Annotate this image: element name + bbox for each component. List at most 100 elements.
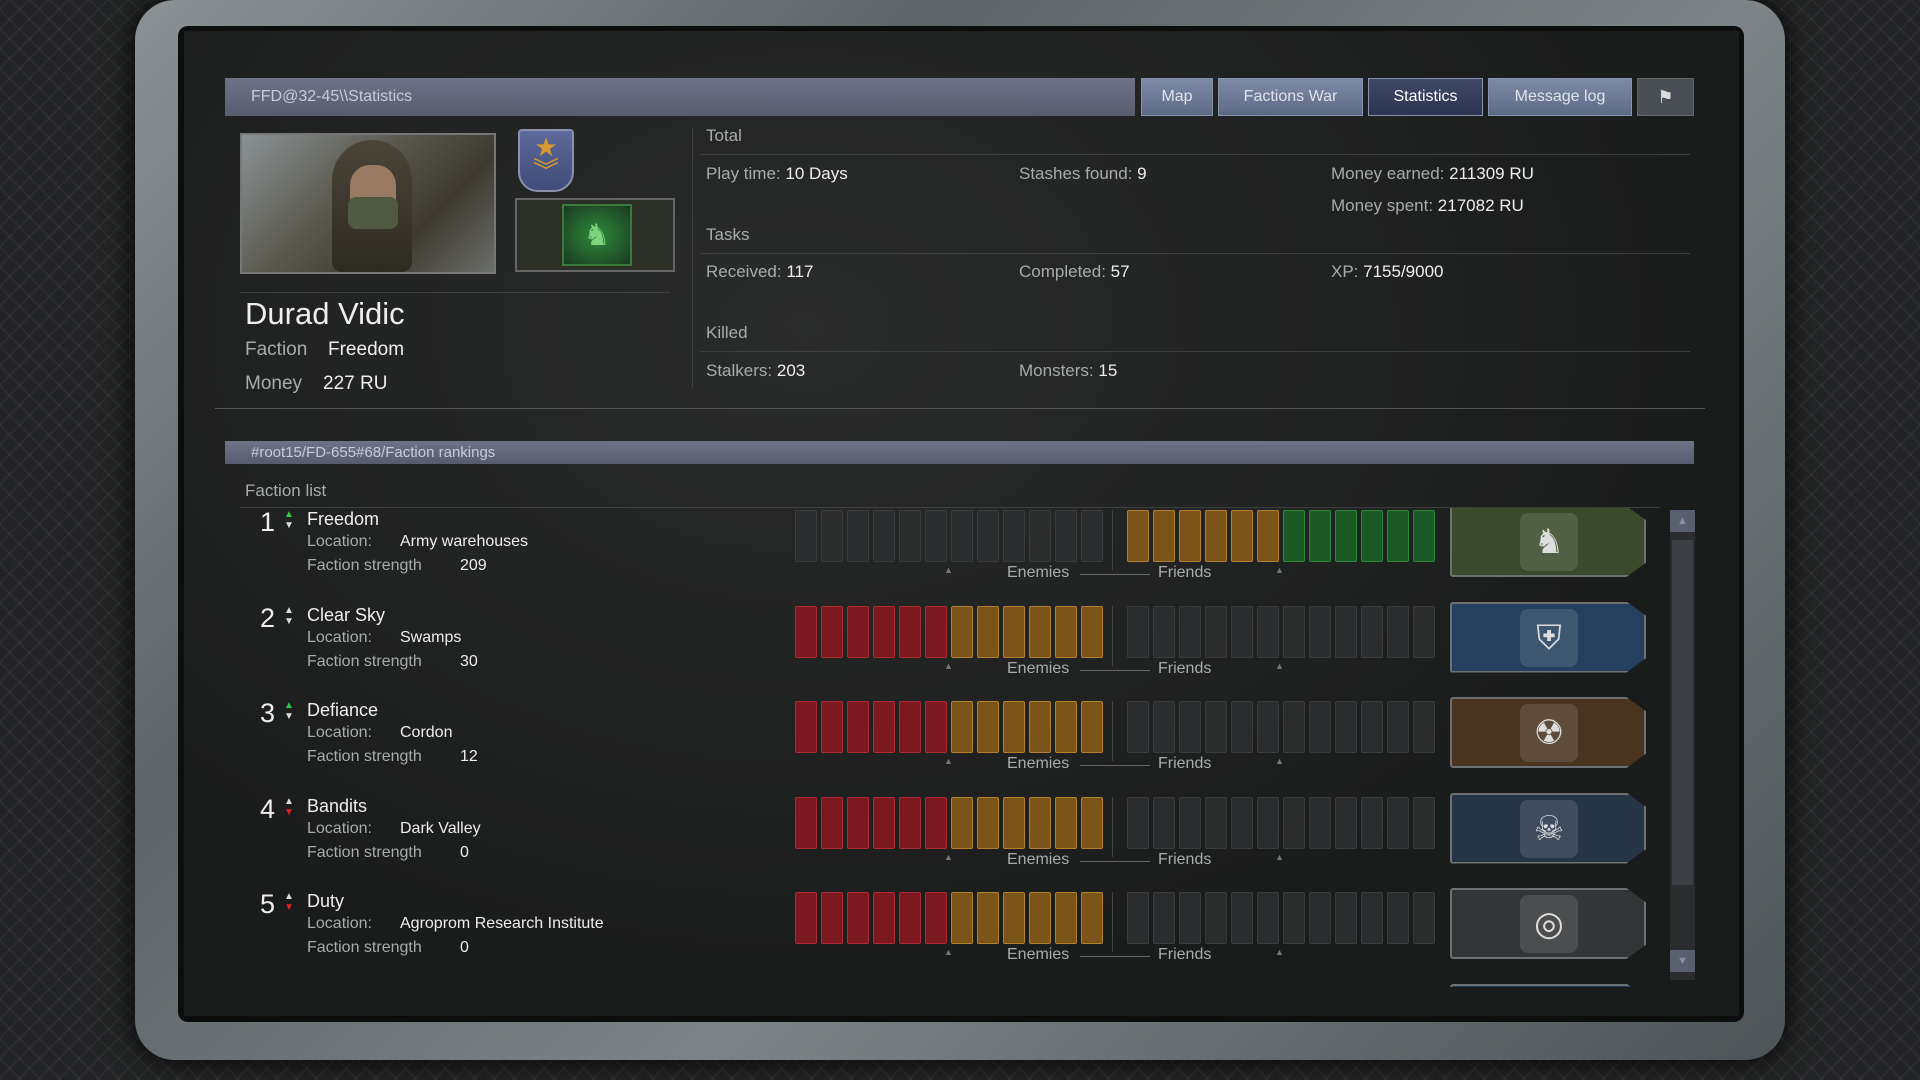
enemies-bar	[795, 892, 1103, 944]
tab-map[interactable]: Map	[1141, 78, 1213, 116]
friend-relation-cell	[1335, 796, 1357, 849]
faction-location-label: Location:	[307, 724, 372, 741]
faction-strength: 12	[460, 748, 478, 765]
friend-relation-cell	[1153, 796, 1175, 849]
enemy-relation-cell	[873, 701, 895, 753]
friend-relation-cell	[1283, 796, 1305, 849]
total-title: Total	[706, 126, 742, 145]
friend-relation-cell	[1179, 605, 1201, 658]
enemy-relation-cell	[899, 510, 921, 562]
friend-relation-cell	[1309, 892, 1331, 944]
friend-relation-cell	[1257, 701, 1279, 753]
skull-emblem-icon: ☠	[1520, 799, 1578, 858]
enemy-relation-cell	[1081, 605, 1103, 658]
enemy-relation-cell	[821, 892, 843, 944]
enemy-relation-cell	[1055, 605, 1077, 658]
faction-strength-label: Faction strength	[307, 939, 422, 956]
friend-relation-cell	[1205, 892, 1227, 944]
divider	[1080, 574, 1150, 575]
friend-relation-cell	[1283, 892, 1305, 944]
scrollbar[interactable]: ▲ ▼	[1670, 510, 1695, 980]
faction-rank: 3	[260, 698, 276, 728]
enemy-relation-cell	[795, 701, 817, 753]
tab-message-log[interactable]: Message log	[1488, 78, 1632, 116]
enemies-label: Enemies	[1007, 850, 1070, 868]
friend-relation-cell	[1205, 796, 1227, 849]
friends-threshold-marker: ▲	[1275, 565, 1284, 575]
friend-relation-cell	[1153, 510, 1175, 562]
enemy-relation-cell	[821, 796, 843, 849]
enemy-relation-cell	[977, 796, 999, 849]
friend-relation-cell	[1179, 701, 1201, 753]
money-label: Money	[245, 373, 303, 394]
friend-relation-cell	[1127, 701, 1149, 753]
enemy-relation-cell	[821, 701, 843, 753]
friends-label: Friends	[1158, 564, 1212, 581]
enemy-relation-cell	[795, 796, 817, 849]
friend-relation-cell	[1361, 605, 1383, 658]
faction-row-mercenaries[interactable]: 6 ▲▼ Mercenaries Location: Faction stren…	[240, 981, 1650, 987]
faction-row-bandits[interactable]: 4 ▲ ▼ Bandits Location: Dark Valley Facti…	[240, 790, 1650, 885]
enemy-relation-cell	[847, 510, 869, 562]
faction-location: Swamps	[400, 628, 462, 646]
friend-relation-cell	[1335, 510, 1357, 562]
enemies-threshold-marker: ▲	[944, 660, 953, 671]
faction-strength: 209	[460, 557, 487, 574]
enemy-relation-cell	[847, 605, 869, 658]
friend-relation-cell	[1231, 892, 1253, 944]
friends-bar	[1127, 605, 1435, 658]
divider	[1112, 701, 1113, 761]
enemy-relation-cell	[977, 701, 999, 753]
enemies-threshold-marker: ▲	[944, 851, 953, 862]
faction-strength-label: Faction strength	[307, 843, 422, 861]
enemies-bar	[795, 796, 1103, 849]
enemies-threshold-marker: ▲	[944, 756, 953, 766]
faction-card: ♞	[515, 198, 675, 272]
pda-settings-button[interactable]: ⚑	[1637, 78, 1694, 116]
enemy-relation-cell	[1003, 701, 1025, 753]
enemy-relation-cell	[795, 605, 817, 658]
rank-trend-icon: ▲▼	[284, 795, 294, 818]
faction-name: Bandits	[307, 795, 368, 816]
friend-relation-cell	[1283, 510, 1305, 562]
friend-relation-cell	[1309, 510, 1331, 562]
enemy-relation-cell	[1055, 892, 1077, 944]
faction-strength-label: Faction strength	[307, 748, 422, 765]
faction-row-clear-sky[interactable]: 2 ▲ ▼ Clear Sky Location: Swamps Faction …	[240, 599, 1650, 694]
friend-relation-cell	[1361, 701, 1383, 753]
stalkers-stat: Stalkers: 203	[706, 361, 806, 380]
enemy-relation-cell	[1003, 892, 1025, 944]
faction-row-duty[interactable]: 5 ▲ ▼ Duty Location: Agroprom Research In…	[240, 885, 1650, 980]
friend-relation-cell	[1387, 510, 1409, 562]
enemy-relation-cell	[925, 892, 947, 944]
enemy-relation-cell	[1029, 701, 1051, 753]
enemy-relation-cell	[847, 892, 869, 944]
friends-threshold-marker: ▲	[1275, 660, 1284, 671]
freedom-emblem-icon: ♞	[562, 204, 632, 266]
enemy-relation-cell	[1055, 796, 1077, 849]
faction-row-defiance[interactable]: 3 ▲ ▼ Defiance Location: Cordon Faction s…	[240, 694, 1650, 789]
enemies-label: Enemies	[1007, 564, 1070, 581]
faction-location: Cordon	[400, 724, 453, 741]
faction-list-title: Faction list	[245, 481, 327, 500]
friend-relation-cell	[1413, 796, 1435, 849]
xp-stat: XP: 7155/9000	[1331, 262, 1444, 281]
tab-statistics[interactable]: Statistics	[1368, 78, 1483, 116]
pda-settings-icon: ⚑	[1657, 86, 1674, 107]
rankings-breadcrumb: #root15/FD-655#68/Faction rankings	[225, 441, 1694, 464]
friend-relation-cell	[1257, 605, 1279, 658]
enemy-relation-cell	[951, 796, 973, 849]
scroll-thumb[interactable]	[1672, 540, 1693, 885]
tab-factions-war[interactable]: Factions War	[1218, 78, 1363, 116]
faction-rank: 2	[260, 602, 276, 633]
enemy-relation-cell	[1029, 605, 1051, 658]
scroll-up-button[interactable]: ▲	[1670, 510, 1695, 532]
friend-relation-cell	[1413, 892, 1435, 944]
scroll-down-button[interactable]: ▼	[1670, 950, 1695, 972]
friend-relation-cell	[1309, 701, 1331, 753]
friend-relation-cell	[1309, 796, 1331, 849]
faction-rank: 4	[260, 793, 276, 824]
faction-row-freedom[interactable]: 1 ▲ ▼ Freedom Location: Army warehouses F…	[240, 508, 1650, 598]
enemy-relation-cell	[977, 510, 999, 562]
friend-relation-cell	[1283, 701, 1305, 753]
